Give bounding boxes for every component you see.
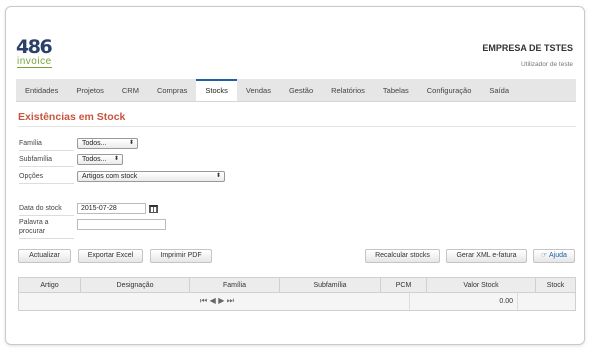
table-header: Artigo Designação Família Subfamília PCM… — [19, 278, 575, 293]
page-title: Existências em Stock — [18, 111, 126, 123]
nav-vendas[interactable]: Vendas — [237, 79, 280, 101]
chevron-updown-icon: ⬍ — [128, 140, 134, 146]
opcoes-label: Opções — [19, 172, 74, 184]
stock-table: Artigo Designação Família Subfamília PCM… — [18, 277, 576, 311]
familia-value: Todos... — [82, 140, 107, 147]
col-artigo[interactable]: Artigo — [19, 278, 81, 292]
title-divider — [18, 126, 576, 127]
nav-entidades[interactable]: Entidades — [16, 79, 67, 101]
recalcular-stocks-button[interactable]: Recalcular stocks — [365, 249, 440, 263]
nav-projetos[interactable]: Projetos — [67, 79, 113, 101]
nav-crm[interactable]: CRM — [113, 79, 148, 101]
chevron-updown-icon: ⬍ — [215, 173, 221, 179]
prev-page-icon[interactable]: ◀ — [210, 296, 216, 306]
familia-label: Família — [19, 139, 74, 151]
chevron-updown-icon: ⬍ — [113, 156, 119, 162]
col-valor-stock[interactable]: Valor Stock — [427, 278, 536, 292]
opcoes-value: Artigos com stock — [82, 173, 138, 180]
ajuda-label: Ajuda — [548, 252, 567, 259]
nav-relatorios[interactable]: Relatórios — [322, 79, 374, 101]
nav-compras[interactable]: Compras — [148, 79, 196, 101]
first-page-icon[interactable]: ⏮ — [200, 296, 207, 306]
ajuda-button[interactable]: ☞ Ajuda — [533, 249, 575, 263]
nav-saida[interactable]: Saída — [480, 79, 518, 101]
last-page-icon[interactable]: ⏭ — [227, 296, 234, 306]
col-subfamilia[interactable]: Subfamília — [280, 278, 381, 292]
app-logo[interactable]: 486 invoice — [16, 36, 62, 70]
col-stock[interactable]: Stock — [536, 278, 575, 292]
subfamilia-select[interactable]: Todos... ⬍ — [77, 154, 123, 165]
subfamilia-label: Subfamília — [19, 155, 74, 167]
palavra-input[interactable] — [77, 219, 166, 230]
logo-number: 486 — [16, 36, 53, 58]
exportar-excel-button[interactable]: Exportar Excel — [78, 249, 143, 263]
main-nav: Entidades Projetos CRM Compras Stocks Ve… — [16, 79, 576, 102]
current-user: Utilizador de teste — [520, 61, 573, 68]
help-icon: ☞ — [541, 252, 549, 259]
actualizar-button[interactable]: Actualizar — [18, 249, 71, 263]
data-stock-label: Data do stock — [19, 204, 74, 216]
next-page-icon[interactable]: ▶ — [218, 296, 224, 306]
logo-word: invoice — [17, 56, 52, 68]
pager: ⏮ ◀ ▶ ⏭ — [200, 296, 234, 306]
company-name: EMPRESA DE TSTES — [482, 43, 573, 53]
nav-configuracao[interactable]: Configuração — [418, 79, 481, 101]
nav-gestao[interactable]: Gestão — [280, 79, 322, 101]
nav-stocks[interactable]: Stocks — [196, 79, 237, 101]
gerar-xml-button[interactable]: Gerar XML e-fatura — [446, 249, 527, 263]
table-footer: ⏮ ◀ ▶ ⏭ 0.00 — [19, 293, 575, 310]
imprimir-pdf-button[interactable]: Imprimir PDF — [150, 249, 212, 263]
subfamilia-value: Todos... — [82, 156, 107, 163]
col-designacao[interactable]: Designação — [81, 278, 190, 292]
palavra-label: Palavra a procurar — [19, 218, 74, 239]
valor-stock-total: 0.00 — [409, 293, 518, 310]
familia-select[interactable]: Todos... ⬍ — [77, 138, 138, 149]
col-familia[interactable]: Família — [190, 278, 280, 292]
data-stock-input[interactable]: 2015-07-28 — [77, 203, 146, 214]
opcoes-select[interactable]: Artigos com stock ⬍ — [77, 171, 225, 182]
calendar-icon[interactable] — [149, 205, 158, 213]
nav-tabelas[interactable]: Tabelas — [374, 79, 418, 101]
col-pcm[interactable]: PCM — [381, 278, 427, 292]
